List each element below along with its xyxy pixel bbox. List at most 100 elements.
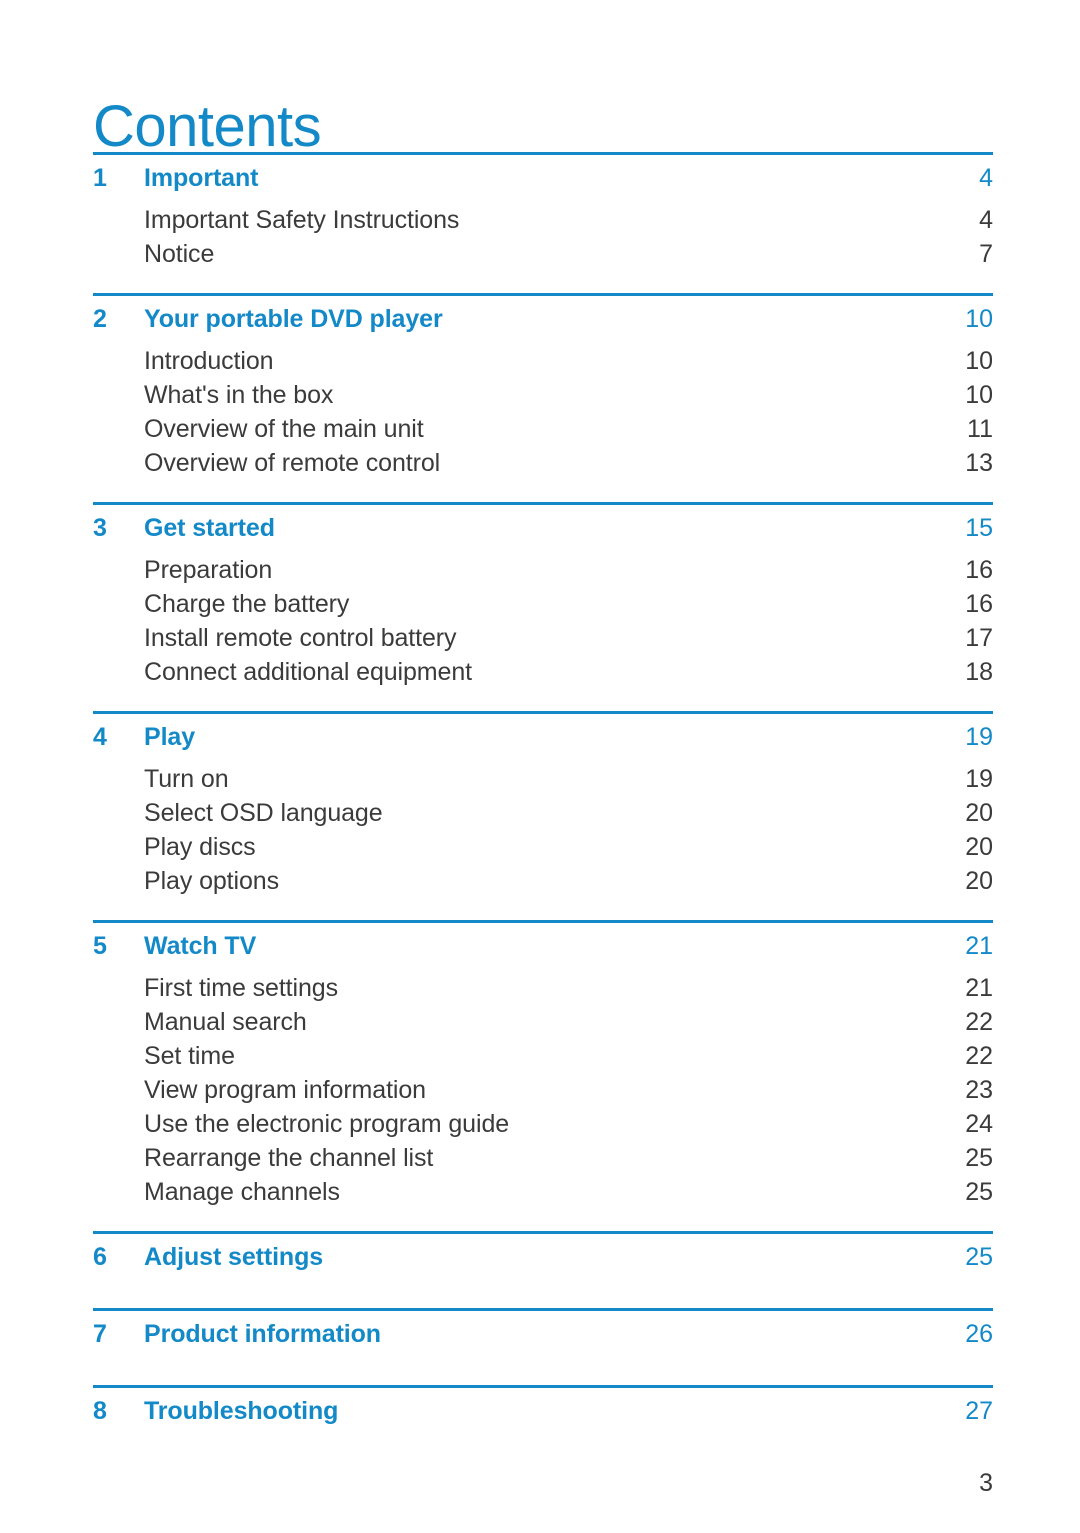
- subitem-title: Install remote control battery: [144, 624, 457, 652]
- section-page-number: 15: [965, 514, 993, 542]
- toc-subitem-entry[interactable]: Important Safety Instructions 4: [93, 203, 993, 237]
- section-title: Adjust settings: [144, 1243, 324, 1271]
- section-subitem-list: Preparation 16 Charge the battery 16 Install…: [93, 553, 993, 689]
- subitem-title: Manual search: [144, 1008, 307, 1036]
- subitem-page-number: 21: [965, 974, 993, 1002]
- toc-subitem-entry[interactable]: Select OSD language 20: [93, 796, 993, 830]
- section-title: Watch TV: [144, 932, 257, 960]
- toc-subitem-entry[interactable]: Use the electronic program guide 24: [93, 1107, 993, 1141]
- section-subitem-list: Turn on 19 Select OSD language 20 Play discs…: [93, 762, 993, 898]
- toc-section-entry[interactable]: 1 Important 4: [93, 155, 993, 203]
- subitem-page-number: 10: [965, 347, 993, 375]
- toc-subitem-entry[interactable]: Rearrange the channel list 25: [93, 1141, 993, 1175]
- subitem-title: Set time: [144, 1042, 235, 1070]
- toc-section-entry[interactable]: 5 Watch TV 21: [93, 923, 993, 971]
- section-title: Troubleshooting: [144, 1397, 339, 1425]
- subitem-title: Manage channels: [144, 1178, 340, 1206]
- toc-section: 7 Product information 26: [93, 1308, 993, 1385]
- toc-subitem-entry[interactable]: Notice 7: [93, 237, 993, 271]
- section-title: Your portable DVD player: [144, 305, 443, 333]
- subitem-page-number: 25: [965, 1144, 993, 1172]
- subitem-page-number: 23: [965, 1076, 993, 1104]
- toc-subitem-entry[interactable]: Play discs 20: [93, 830, 993, 864]
- toc-subitem-entry[interactable]: Overview of remote control 13: [93, 446, 993, 480]
- toc-subitem-entry[interactable]: Manual search 22: [93, 1005, 993, 1039]
- toc-section-entry[interactable]: 8 Troubleshooting 27: [93, 1388, 993, 1436]
- toc-section-entry[interactable]: 4 Play 19: [93, 714, 993, 762]
- toc-section: 4 Play 19 Turn on 19 Select OSD language 20 Pla…: [93, 711, 993, 920]
- subitem-title: Notice: [144, 240, 215, 268]
- toc-subitem-entry[interactable]: Connect additional equipment 18: [93, 655, 993, 689]
- toc-section: 5 Watch TV 21 First time settings 21 Manual s…: [93, 920, 993, 1231]
- toc-subitem-entry[interactable]: Charge the battery 16: [93, 587, 993, 621]
- subitem-page-number: 19: [965, 765, 993, 793]
- subitem-page-number: 20: [965, 833, 993, 861]
- toc-section: 3 Get started 15 Preparation 16 Charge the ba…: [93, 502, 993, 711]
- section-number: 8: [93, 1397, 107, 1425]
- subitem-title: Introduction: [144, 347, 274, 375]
- toc-subitem-entry[interactable]: Overview of the main unit 11: [93, 412, 993, 446]
- section-subitem-list: First time settings 21 Manual search 22 Set …: [93, 971, 993, 1209]
- subitem-page-number: 7: [979, 240, 993, 268]
- toc-subitem-entry[interactable]: Introduction 10: [93, 344, 993, 378]
- section-number: 6: [93, 1243, 107, 1271]
- section-page-number: 27: [965, 1397, 993, 1425]
- toc-subitem-entry[interactable]: View program information 23: [93, 1073, 993, 1107]
- section-number: 2: [93, 305, 107, 333]
- toc-subitem-entry[interactable]: Preparation 16: [93, 553, 993, 587]
- section-page-number: 25: [965, 1243, 993, 1271]
- page-title: Contents: [93, 93, 322, 159]
- toc-section-entry[interactable]: 2 Your portable DVD player 10: [93, 296, 993, 344]
- toc-subitem-entry[interactable]: Play options 20: [93, 864, 993, 898]
- subitem-title: Preparation: [144, 556, 273, 584]
- toc-section-entry[interactable]: 7 Product information 26: [93, 1311, 993, 1359]
- subitem-title: View program information: [144, 1076, 426, 1104]
- section-page-number: 26: [965, 1320, 993, 1348]
- subitem-page-number: 20: [965, 867, 993, 895]
- toc-section: 6 Adjust settings 25: [93, 1231, 993, 1308]
- section-page-number: 19: [965, 723, 993, 751]
- toc-section-entry[interactable]: 6 Adjust settings 25: [93, 1234, 993, 1282]
- subitem-page-number: 25: [965, 1178, 993, 1206]
- section-title: Product information: [144, 1320, 381, 1348]
- toc-subitem-entry[interactable]: What's in the box 10: [93, 378, 993, 412]
- toc-subitem-entry[interactable]: Install remote control battery 17: [93, 621, 993, 655]
- subitem-page-number: 24: [965, 1110, 993, 1138]
- document-page: Contents 1 Important 4 Important Safety Ins…: [0, 0, 1080, 1533]
- subitem-page-number: 22: [965, 1008, 993, 1036]
- subitem-title: Rearrange the channel list: [144, 1144, 434, 1172]
- toc-subitem-entry[interactable]: First time settings 21: [93, 971, 993, 1005]
- section-number: 4: [93, 723, 107, 751]
- subitem-page-number: 13: [965, 449, 993, 477]
- subitem-page-number: 4: [979, 206, 993, 234]
- subitem-title: Overview of the main unit: [144, 415, 424, 443]
- subitem-title: What's in the box: [144, 381, 334, 409]
- toc-subitem-entry[interactable]: Turn on 19: [93, 762, 993, 796]
- subitem-title: Charge the battery: [144, 590, 350, 618]
- toc-section: 8 Troubleshooting 27: [93, 1385, 993, 1462]
- page-number-footer: 3: [979, 1469, 993, 1497]
- section-subitem-list: Important Safety Instructions 4 Notice 7: [93, 203, 993, 271]
- subitem-page-number: 17: [965, 624, 993, 652]
- subitem-page-number: 16: [965, 556, 993, 584]
- section-page-number: 4: [979, 164, 993, 192]
- subitem-page-number: 16: [965, 590, 993, 618]
- toc-section-entry[interactable]: 3 Get started 15: [93, 505, 993, 553]
- subitem-title: Use the electronic program guide: [144, 1110, 510, 1138]
- section-number: 1: [93, 164, 107, 192]
- toc-subitem-entry[interactable]: Manage channels 25: [93, 1175, 993, 1209]
- section-title: Get started: [144, 514, 275, 542]
- subitem-page-number: 22: [965, 1042, 993, 1070]
- subitem-title: Play discs: [144, 833, 256, 861]
- section-page-number: 21: [965, 932, 993, 960]
- toc-subitem-entry[interactable]: Set time 22: [93, 1039, 993, 1073]
- subitem-page-number: 11: [967, 415, 993, 443]
- section-number: 5: [93, 932, 107, 960]
